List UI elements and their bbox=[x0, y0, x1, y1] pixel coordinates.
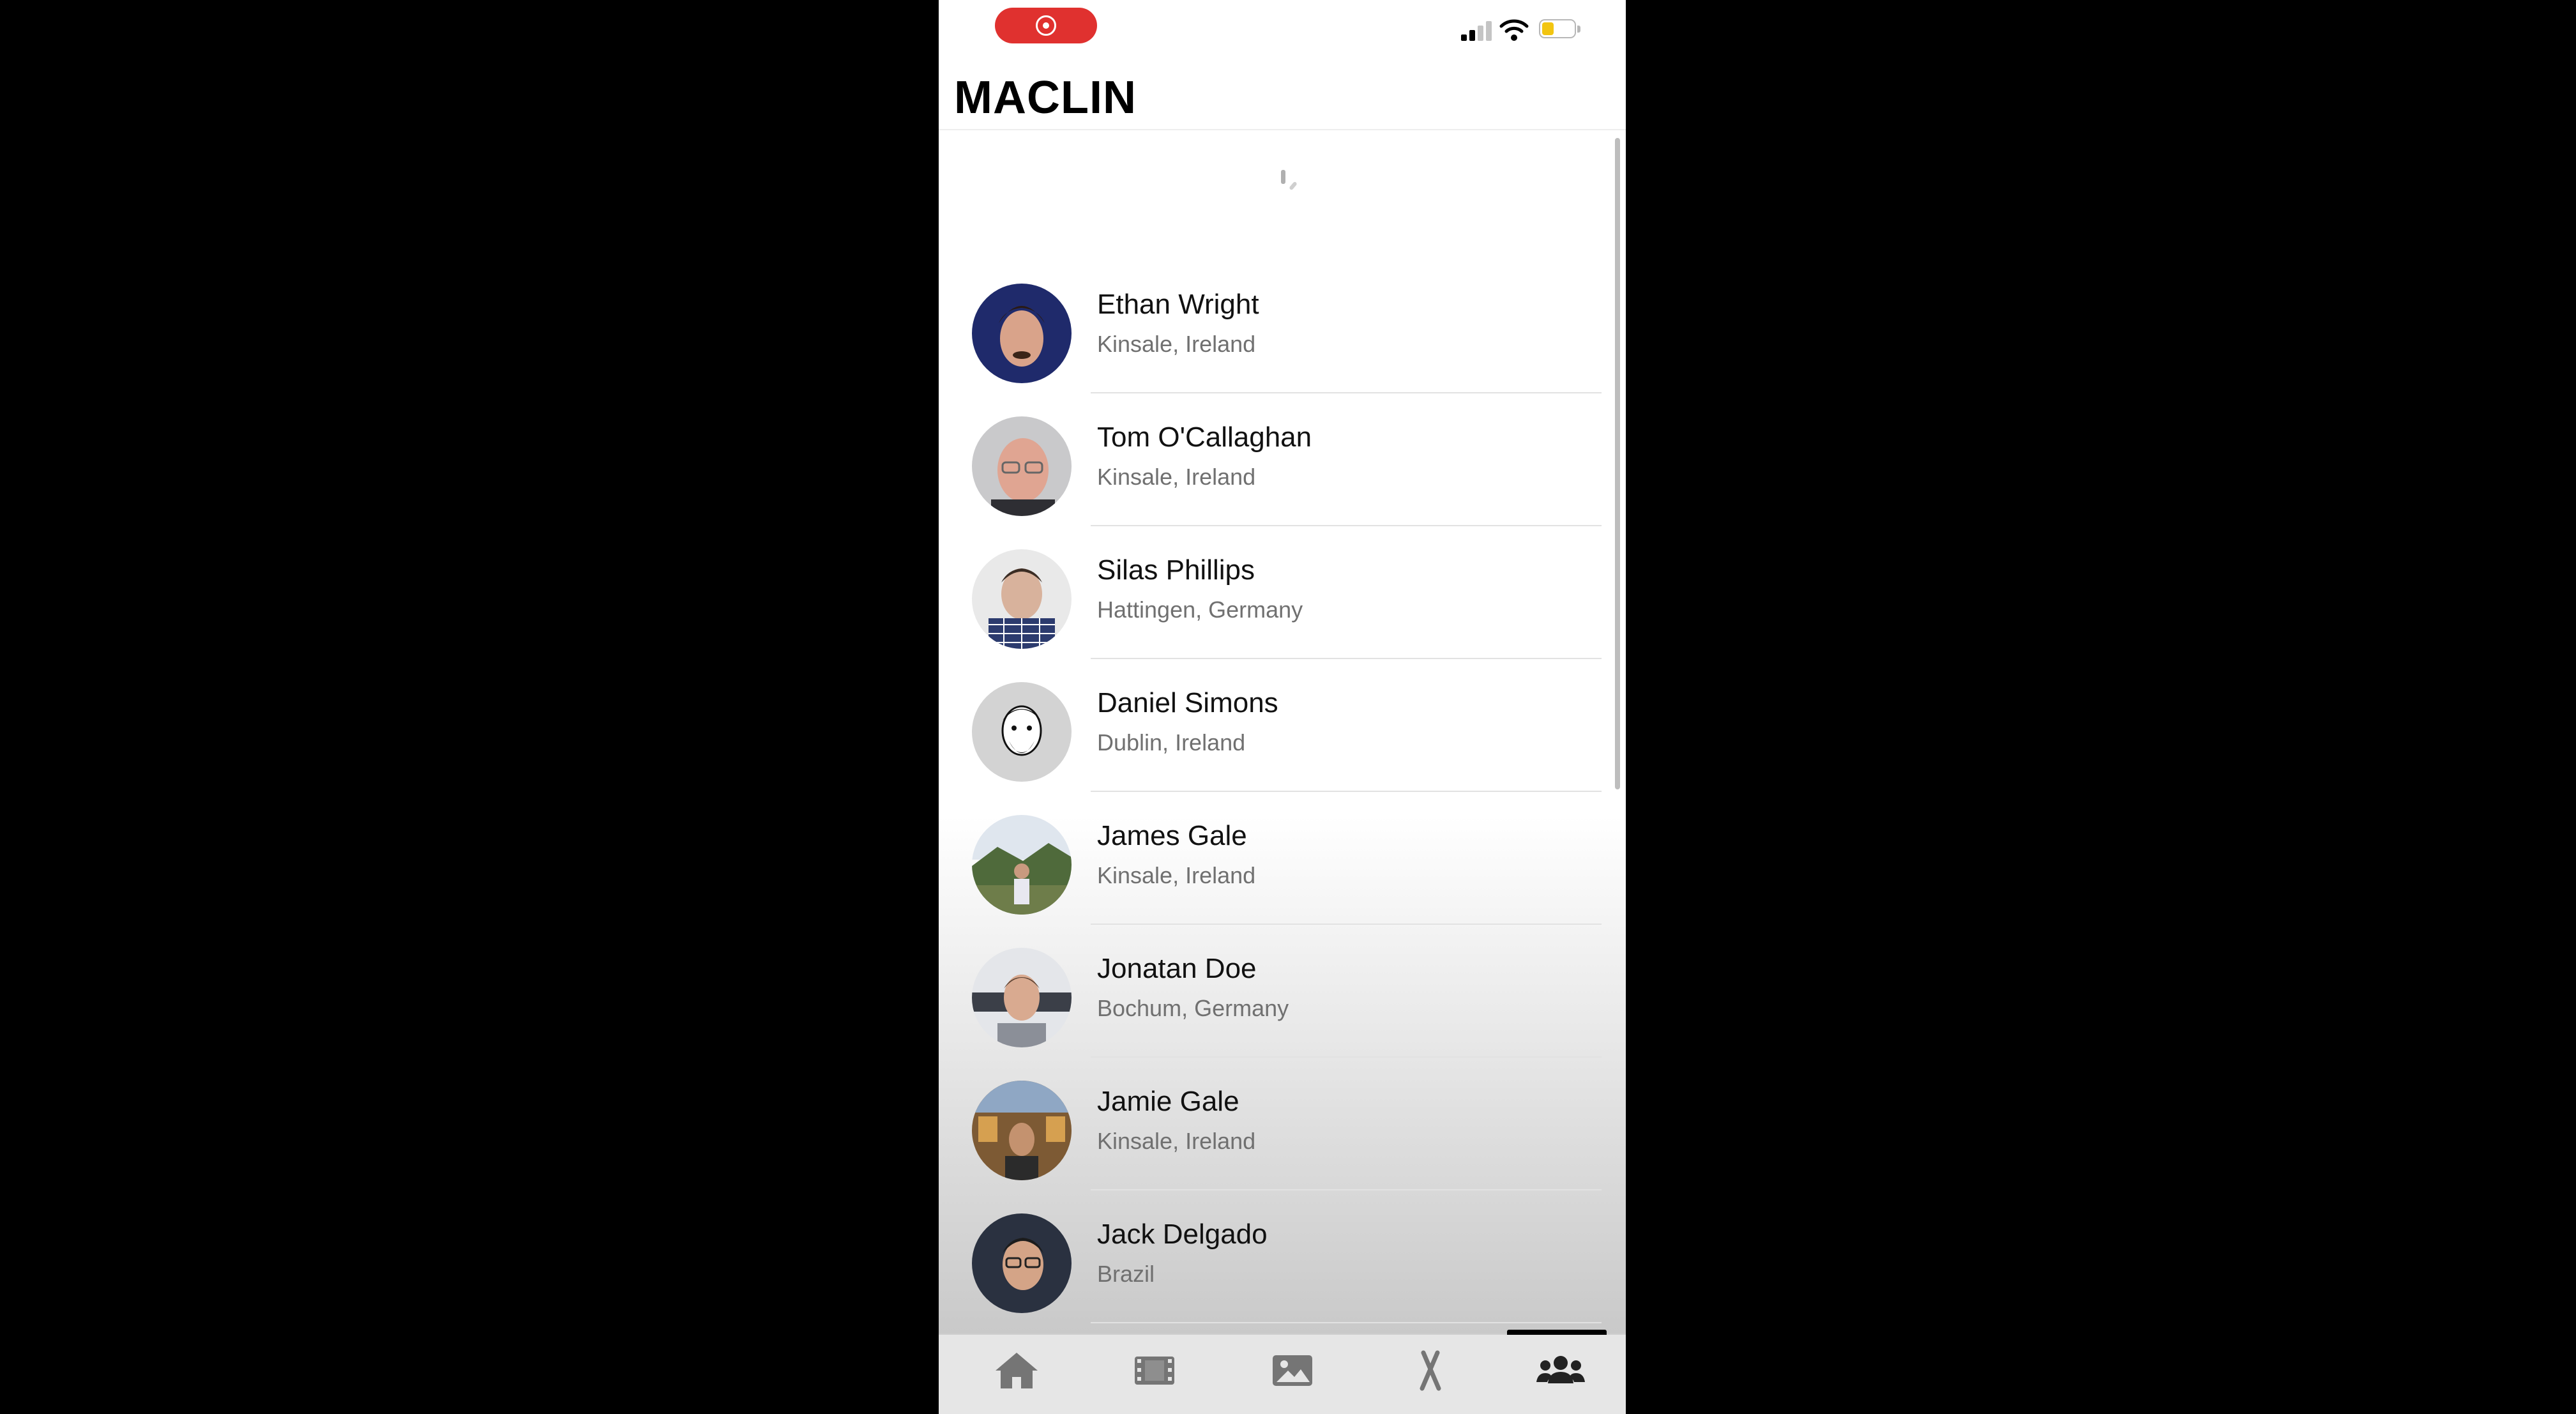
contact-name: Jack Delgado bbox=[1097, 1219, 1268, 1250]
row-divider bbox=[1091, 1056, 1602, 1058]
contact-name: Tom O'Callaghan bbox=[1097, 422, 1312, 453]
row-divider bbox=[1091, 791, 1602, 792]
avatar[interactable] bbox=[972, 1213, 1072, 1313]
avatar[interactable] bbox=[972, 416, 1072, 516]
tab-bar bbox=[939, 1330, 1626, 1414]
battery-icon bbox=[1539, 19, 1582, 41]
row-divider bbox=[1091, 392, 1602, 393]
contact-location: Brazil bbox=[1097, 1261, 1155, 1287]
contact-row[interactable]: James Gale Kinsale, Ireland bbox=[939, 794, 1626, 927]
contact-name: Jonatan Doe bbox=[1097, 953, 1257, 984]
film-icon bbox=[1135, 1357, 1174, 1385]
contact-location: Dublin, Ireland bbox=[1097, 729, 1246, 756]
contact-location: Hattingen, Germany bbox=[1097, 597, 1303, 623]
signal-icon bbox=[1461, 20, 1492, 41]
status-bar bbox=[939, 0, 1626, 64]
contact-name: Ethan Wright bbox=[1097, 289, 1259, 320]
tab-services[interactable] bbox=[1400, 1350, 1461, 1401]
contact-row[interactable]: Jamie Gale Kinsale, Ireland bbox=[939, 1060, 1626, 1193]
avatar[interactable] bbox=[972, 815, 1072, 915]
contact-list: Ethan Wright Kinsale, Ireland Tom O'Call… bbox=[939, 263, 1626, 1326]
contact-location: Kinsale, Ireland bbox=[1097, 464, 1256, 490]
image-icon bbox=[1273, 1355, 1312, 1386]
contact-name: Jamie Gale bbox=[1097, 1086, 1239, 1117]
contact-row[interactable]: Ethan Wright Kinsale, Ireland bbox=[939, 263, 1626, 396]
tab-videos[interactable] bbox=[1124, 1350, 1185, 1401]
contact-name: James Gale bbox=[1097, 820, 1247, 851]
contact-location: Bochum, Germany bbox=[1097, 995, 1289, 1021]
avatar[interactable] bbox=[972, 1081, 1072, 1180]
contact-list-scroll-area[interactable]: Ethan Wright Kinsale, Ireland Tom O'Call… bbox=[939, 130, 1626, 1334]
tab-people[interactable] bbox=[1530, 1350, 1591, 1401]
contact-location: Kinsale, Ireland bbox=[1097, 1128, 1256, 1154]
contact-location: Kinsale, Ireland bbox=[1097, 862, 1256, 888]
phone-screen: MACLIN Ethan Wright Kinsale, Ireland Tom… bbox=[939, 0, 1626, 1414]
screen-recording-icon[interactable] bbox=[995, 8, 1097, 43]
contact-name: Silas Phillips bbox=[1097, 554, 1255, 586]
wifi-icon bbox=[1499, 18, 1529, 42]
contact-row[interactable]: Daniel Simons Dublin, Ireland bbox=[939, 662, 1626, 794]
row-divider bbox=[1091, 525, 1602, 526]
row-divider bbox=[1091, 658, 1602, 659]
row-divider bbox=[1091, 1322, 1602, 1323]
spinner-icon bbox=[1278, 167, 1304, 193]
people-icon bbox=[1536, 1356, 1585, 1383]
contact-row[interactable]: Jonatan Doe Bochum, Germany bbox=[939, 927, 1626, 1060]
record-ring bbox=[1036, 15, 1056, 36]
crossed-tools-icon bbox=[1420, 1350, 1441, 1391]
tab-photos[interactable] bbox=[1262, 1350, 1323, 1401]
home-icon bbox=[996, 1353, 1038, 1388]
row-divider bbox=[1091, 1189, 1602, 1190]
avatar[interactable] bbox=[972, 948, 1072, 1047]
contact-name: Daniel Simons bbox=[1097, 687, 1278, 718]
tab-active-indicator bbox=[1507, 1330, 1607, 1335]
avatar[interactable] bbox=[972, 549, 1072, 649]
contact-row[interactable]: Silas Phillips Hattingen, Germany bbox=[939, 529, 1626, 662]
contact-row[interactable]: Jack Delgado Brazil bbox=[939, 1193, 1626, 1326]
contact-location: Kinsale, Ireland bbox=[1097, 331, 1256, 357]
page-title: MACLIN bbox=[954, 72, 1137, 123]
contact-row[interactable]: Tom O'Callaghan Kinsale, Ireland bbox=[939, 396, 1626, 529]
avatar[interactable] bbox=[972, 284, 1072, 383]
tab-home[interactable] bbox=[986, 1350, 1047, 1401]
avatar[interactable] bbox=[972, 682, 1072, 782]
row-divider bbox=[1091, 924, 1602, 925]
